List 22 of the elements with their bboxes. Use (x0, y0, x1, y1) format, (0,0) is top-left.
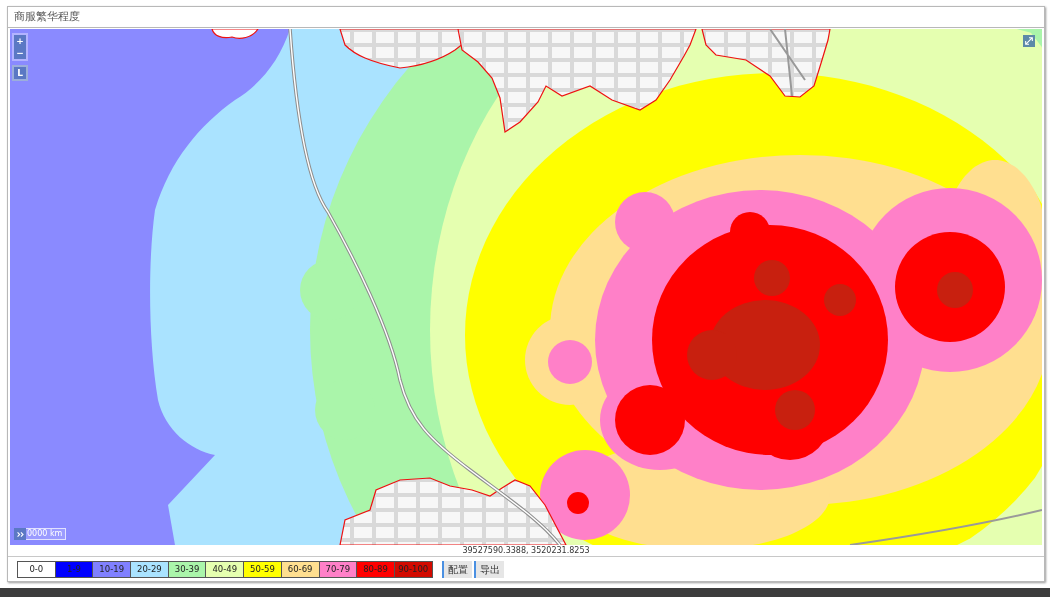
zoom-out-button[interactable]: − (14, 47, 26, 59)
legend-item: 60-69 (280, 561, 320, 578)
expand-icon (1025, 37, 1033, 45)
layer-button[interactable]: L (12, 65, 28, 81)
config-button[interactable]: 配置 (441, 561, 472, 578)
export-button[interactable]: 导出 (473, 561, 504, 578)
legend-item: 80-89 (356, 561, 395, 578)
legend-item: 0-0 (17, 561, 56, 578)
cursor-coordinates: 39527590.3388, 3520231.8253 (461, 545, 591, 556)
road-line (769, 29, 806, 97)
legend-item: 20-29 (130, 561, 169, 578)
fullscreen-button[interactable] (1023, 35, 1035, 47)
legend-item: 40-49 (205, 561, 245, 578)
urban-area (211, 29, 259, 39)
scale-toggle-button[interactable] (14, 528, 26, 540)
zoom-in-button[interactable]: + (14, 35, 26, 47)
legend-item: 50-59 (243, 561, 282, 578)
panel-title: 商服繁华程度 (8, 7, 1044, 28)
double-chevron-icon (16, 531, 24, 537)
legend-item: 90-100 (393, 561, 433, 578)
legend-item: 10-19 (92, 561, 132, 578)
scale-bar: 0000 km (26, 528, 67, 540)
